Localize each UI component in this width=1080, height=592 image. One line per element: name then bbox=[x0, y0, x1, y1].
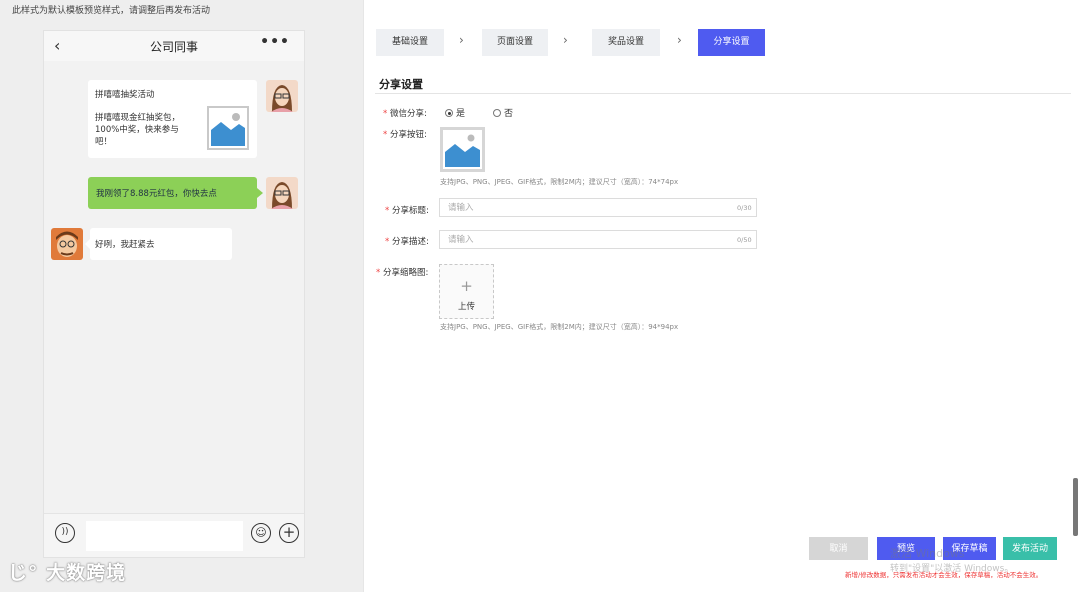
thumbnail-hint: 支持JPG、PNG、JPEG、GIF格式，限制2M内；建议尺寸（宽高）：94*9… bbox=[440, 323, 679, 331]
watermark-text: 大数跨境 bbox=[46, 562, 127, 584]
thumbnail-label-text: 分享缩略图: bbox=[382, 268, 429, 278]
share-desc-label-text: 分享描述: bbox=[391, 237, 429, 247]
preview-panel: 此样式为默认模板预览样式，请调整后再发布活动 ‹ 公司同事 ••• 拼嘻嘻抽奖活… bbox=[0, 0, 363, 592]
card-title: 拼嘻嘻抽奖活动 bbox=[95, 90, 155, 100]
windows-activation-watermark: 激活 Windows bbox=[890, 547, 965, 560]
sender-avatar bbox=[266, 177, 298, 209]
step-share-settings[interactable]: 分享设置 bbox=[698, 29, 765, 56]
emoji-icon[interactable]: ☺ bbox=[251, 523, 271, 543]
wechat-share-label-text: 微信分享: bbox=[389, 109, 427, 119]
image-placeholder-icon bbox=[207, 106, 249, 150]
share-desc-counter: 0/50 bbox=[737, 236, 752, 244]
preview-notice: 此样式为默认模板预览样式，请调整后再发布活动 bbox=[12, 6, 211, 16]
share-desc-input[interactable] bbox=[439, 230, 757, 249]
share-title-input[interactable] bbox=[439, 198, 757, 217]
required-mark: * bbox=[383, 109, 388, 119]
card-body: 拼嘻嘻现金红抽奖包，100%中奖，快来参与吧！ bbox=[95, 113, 181, 147]
chevron-right-icon: › bbox=[459, 33, 464, 47]
thumbnail-upload[interactable]: + 上传 bbox=[439, 264, 494, 319]
phone-preview: ‹ 公司同事 ••• 拼嘻嘻抽奖活动 拼嘻嘻现金红抽奖包，100%中奖，快来参与… bbox=[43, 30, 305, 558]
more-icon[interactable]: ••• bbox=[260, 34, 290, 50]
radio-unchecked-icon bbox=[493, 109, 501, 117]
plus-icon[interactable]: + bbox=[279, 523, 299, 543]
thumbnail-label: * 分享缩略图: bbox=[376, 266, 428, 278]
share-button-label-text: 分享按钮: bbox=[389, 130, 427, 140]
required-mark: * bbox=[376, 268, 381, 278]
section-divider bbox=[375, 93, 1071, 94]
share-title-label: * 分享标题: bbox=[385, 204, 429, 216]
required-mark: * bbox=[383, 130, 388, 140]
watermark-logo: じ° 大数跨境 bbox=[8, 558, 126, 585]
radio-checked-icon bbox=[445, 109, 453, 117]
step-prize-settings[interactable]: 奖品设置 bbox=[592, 29, 660, 56]
share-button-image[interactable] bbox=[440, 127, 485, 172]
radio-no[interactable]: 否 bbox=[493, 106, 513, 119]
cancel-button[interactable]: 取消 bbox=[809, 537, 868, 560]
scrollbar-thumb[interactable] bbox=[1073, 478, 1078, 536]
step-basic-settings[interactable]: 基础设置 bbox=[376, 29, 444, 56]
share-title-counter: 0/30 bbox=[737, 204, 752, 212]
required-mark: * bbox=[385, 206, 390, 216]
sender-avatar bbox=[266, 80, 298, 112]
upload-label: 上传 bbox=[457, 302, 475, 312]
green-message: 我刚领了8.88元红包，你快去点 bbox=[88, 177, 263, 209]
voice-icon[interactable]: )) bbox=[55, 523, 75, 543]
chat-input-bar: )) ☺ + bbox=[44, 513, 304, 557]
share-title-label-text: 分享标题: bbox=[391, 206, 429, 216]
chevron-right-icon: › bbox=[677, 33, 682, 47]
wechat-share-label: * 微信分享: bbox=[383, 107, 427, 119]
share-button-hint: 支持JPG、PNG、JPEG、GIF格式，限制2M内；建议尺寸（宽高）：74*7… bbox=[440, 178, 679, 186]
reply-message: 好咧，我赶紧去 bbox=[85, 228, 232, 260]
phone-header: ‹ 公司同事 ••• bbox=[44, 31, 304, 61]
publish-button[interactable]: 发布活动 bbox=[1003, 537, 1057, 560]
chevron-right-icon: › bbox=[563, 33, 568, 47]
panel-divider bbox=[363, 0, 364, 592]
chat-input[interactable] bbox=[86, 521, 243, 551]
share-desc-label: * 分享描述: bbox=[385, 235, 429, 247]
plus-icon: + bbox=[460, 277, 473, 295]
receiver-avatar bbox=[51, 228, 83, 260]
radio-yes-label: 是 bbox=[456, 109, 466, 119]
radio-yes[interactable]: 是 bbox=[445, 106, 465, 119]
required-mark: * bbox=[385, 237, 390, 247]
share-card-message: 拼嘻嘻抽奖活动 拼嘻嘻现金红抽奖包，100%中奖，快来参与吧！ bbox=[88, 80, 257, 158]
page: 此样式为默认模板预览样式，请调整后再发布活动 ‹ 公司同事 ••• 拼嘻嘻抽奖活… bbox=[0, 0, 1080, 592]
section-title: 分享设置 bbox=[379, 78, 423, 91]
image-placeholder-icon bbox=[443, 130, 482, 169]
publish-warning-note: 新增/修改数据，只需发布活动才会生效，保存草稿，活动不会生效。 bbox=[845, 571, 1043, 579]
radio-no-label: 否 bbox=[504, 109, 514, 119]
share-button-label: * 分享按钮: bbox=[383, 128, 427, 140]
watermark-icon: じ° bbox=[8, 562, 39, 584]
step-page-settings[interactable]: 页面设置 bbox=[482, 29, 548, 56]
